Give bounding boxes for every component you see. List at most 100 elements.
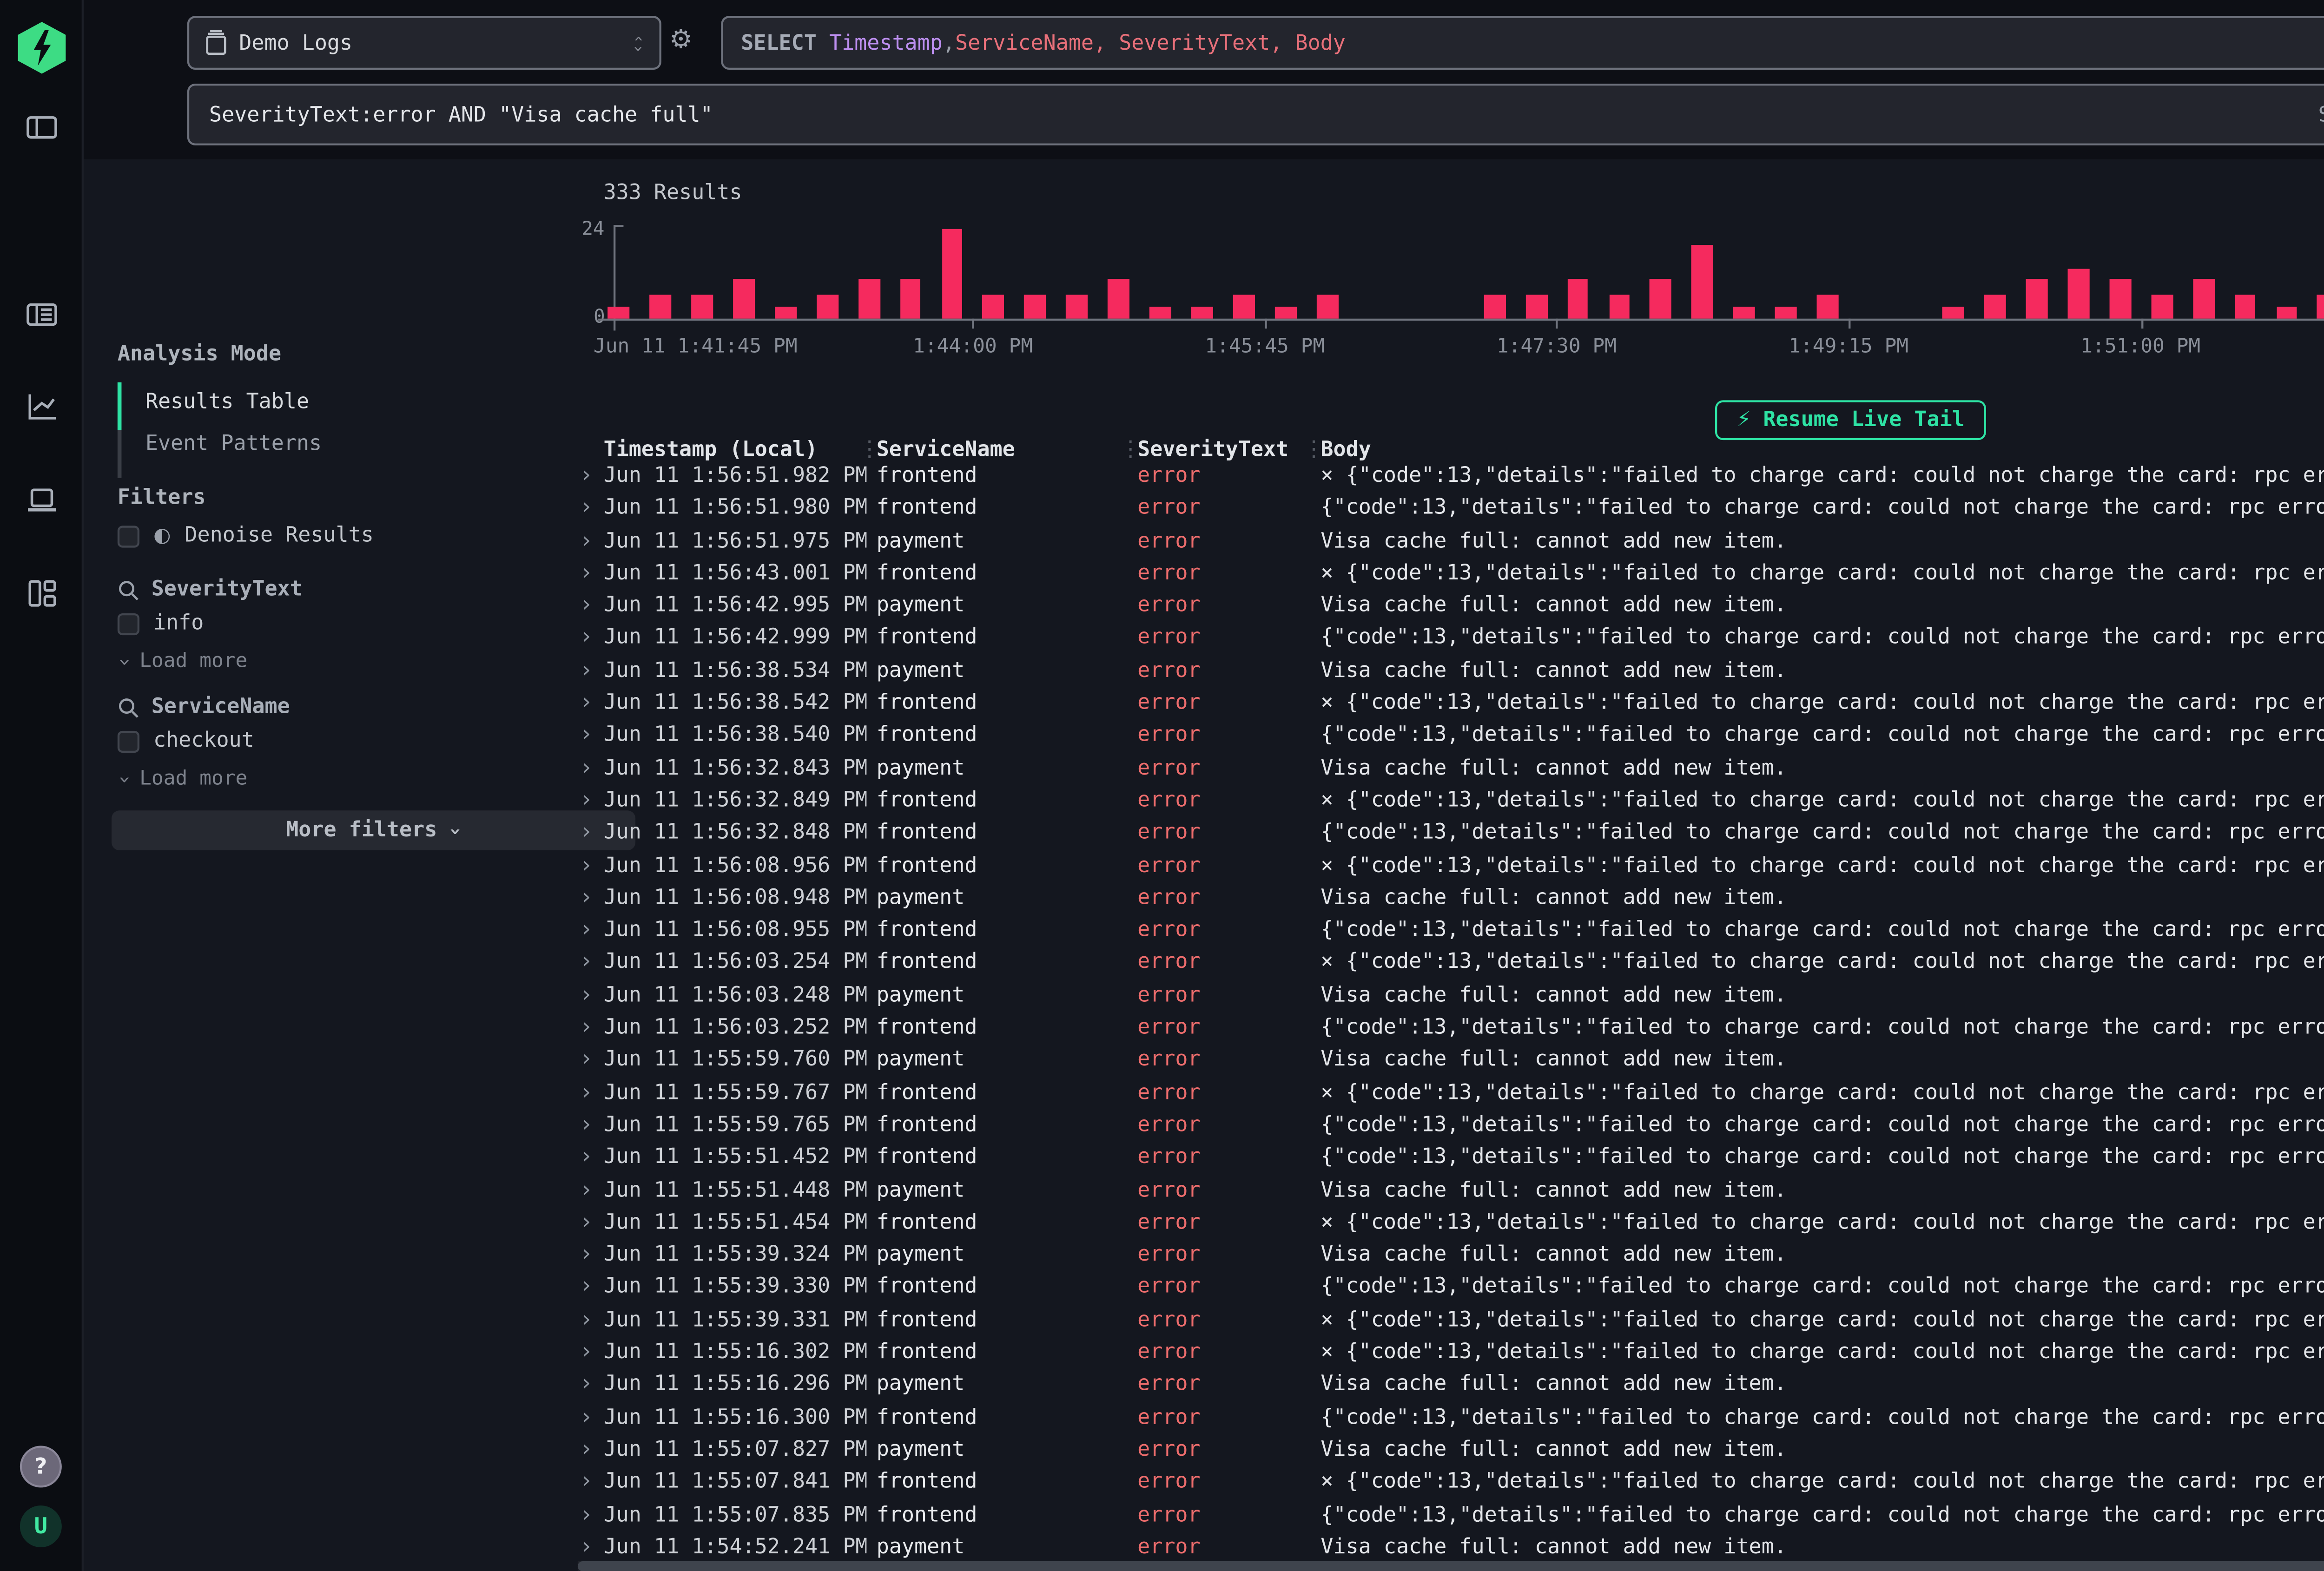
histogram-bar[interactable] bbox=[1108, 280, 1130, 319]
histogram-bar[interactable] bbox=[1484, 295, 1505, 318]
row-expand-chevron-icon[interactable]: › bbox=[580, 882, 593, 914]
row-expand-chevron-icon[interactable]: › bbox=[580, 1401, 593, 1433]
col-header-severitytext[interactable]: SeverityText bbox=[1137, 438, 1288, 462]
table-row[interactable]: ›Jun 11 1:55:16.302 PMfrontenderror× {"c… bbox=[578, 1336, 2324, 1369]
histogram-bar-slot[interactable] bbox=[1640, 225, 1682, 318]
denoise-results-filter[interactable]: ◐ Denoise Results bbox=[118, 524, 374, 547]
table-row[interactable]: ›Jun 11 1:56:38.540 PMfrontenderror{"cod… bbox=[578, 720, 2324, 752]
filter-option-checkout[interactable]: checkout bbox=[118, 729, 254, 753]
table-row[interactable]: ›Jun 11 1:56:43.001 PMfrontenderror× {"c… bbox=[578, 558, 2324, 590]
table-row[interactable]: ›Jun 11 1:55:16.300 PMfrontenderror{"cod… bbox=[578, 1401, 2324, 1433]
histogram-bar[interactable] bbox=[774, 307, 796, 319]
histogram-bar[interactable] bbox=[2234, 295, 2256, 318]
table-row[interactable]: ›Jun 11 1:56:08.955 PMfrontenderror{"cod… bbox=[578, 914, 2324, 947]
row-expand-chevron-icon[interactable]: › bbox=[580, 1174, 593, 1207]
histogram-bar-slot[interactable] bbox=[1515, 225, 1557, 318]
histogram-bar-slot[interactable] bbox=[1307, 225, 1348, 318]
checkout-checkbox[interactable] bbox=[118, 730, 139, 752]
results-histogram[interactable]: 24 0 Jun 11 1:41:45 PM1:44:00 PM1:45:45 … bbox=[614, 225, 2324, 318]
row-expand-chevron-icon[interactable]: › bbox=[580, 590, 593, 622]
histogram-bar[interactable] bbox=[1651, 280, 1672, 319]
row-expand-chevron-icon[interactable]: › bbox=[580, 1466, 593, 1499]
histogram-bar-slot[interactable] bbox=[1932, 225, 1974, 318]
histogram-bar-slot[interactable] bbox=[1598, 225, 1640, 318]
histogram-bar[interactable] bbox=[941, 229, 963, 319]
row-expand-chevron-icon[interactable]: › bbox=[580, 752, 593, 785]
query-language-toggle[interactable]: SQL | Lucene bbox=[2318, 103, 2324, 126]
source-settings-gear-icon[interactable]: ⚙ bbox=[669, 26, 693, 56]
table-row[interactable]: ›Jun 11 1:55:39.330 PMfrontenderror{"cod… bbox=[578, 1271, 2324, 1304]
horizontal-scrollbar-thumb[interactable] bbox=[578, 1561, 2324, 1571]
histogram-bar-slot[interactable] bbox=[1056, 225, 1098, 318]
histogram-bar[interactable] bbox=[2067, 268, 2089, 319]
histogram-bar[interactable] bbox=[1192, 307, 1214, 319]
histogram-bar[interactable] bbox=[1817, 295, 1839, 318]
histogram-bar-slot[interactable] bbox=[2266, 225, 2308, 318]
load-more-link[interactable]: ›Load more bbox=[118, 651, 248, 673]
analysis-mode-item-results-table[interactable]: Results Table bbox=[145, 390, 309, 414]
row-expand-chevron-icon[interactable]: › bbox=[580, 849, 593, 882]
histogram-bar[interactable] bbox=[691, 295, 713, 318]
hyperdx-logo-icon[interactable] bbox=[18, 22, 66, 73]
histogram-bar-slot[interactable] bbox=[2016, 225, 2058, 318]
histogram-bar-slot[interactable] bbox=[1432, 225, 1473, 318]
histogram-bar[interactable] bbox=[1609, 295, 1631, 318]
histogram-bar[interactable] bbox=[1942, 307, 1964, 319]
table-row[interactable]: ›Jun 11 1:55:07.835 PMfrontenderror{"cod… bbox=[578, 1499, 2324, 1531]
source-select[interactable]: Demo Logs ›› bbox=[187, 16, 661, 70]
row-expand-chevron-icon[interactable]: › bbox=[580, 914, 593, 947]
client-sessions-icon[interactable] bbox=[26, 484, 58, 516]
histogram-bar-slot[interactable] bbox=[639, 225, 681, 318]
row-expand-chevron-icon[interactable]: › bbox=[580, 1012, 593, 1044]
table-row[interactable]: ›Jun 11 1:56:38.534 PMpaymenterrorVisa c… bbox=[578, 655, 2324, 687]
search-query-input[interactable]: SeverityText:error AND "Visa cache full"… bbox=[187, 84, 2324, 145]
histogram-bar-slot[interactable] bbox=[931, 225, 973, 318]
histogram-bar-slot[interactable] bbox=[2141, 225, 2183, 318]
denoise-checkbox[interactable] bbox=[118, 525, 139, 546]
histogram-bar[interactable] bbox=[1066, 295, 1088, 318]
histogram-bar-slot[interactable] bbox=[848, 225, 890, 318]
table-row[interactable]: ›Jun 11 1:55:07.827 PMpaymenterrorVisa c… bbox=[578, 1433, 2324, 1466]
row-expand-chevron-icon[interactable]: › bbox=[580, 1499, 593, 1531]
row-expand-chevron-icon[interactable]: › bbox=[580, 947, 593, 979]
load-more-link[interactable]: ›Load more bbox=[118, 769, 248, 790]
row-expand-chevron-icon[interactable]: › bbox=[580, 817, 593, 849]
histogram-bar-slot[interactable] bbox=[2057, 225, 2099, 318]
histogram-bar[interactable] bbox=[1150, 307, 1172, 319]
row-expand-chevron-icon[interactable]: › bbox=[580, 720, 593, 752]
histogram-bar-slot[interactable] bbox=[1682, 225, 1724, 318]
histogram-bar-slot[interactable] bbox=[1098, 225, 1140, 318]
row-expand-chevron-icon[interactable]: › bbox=[580, 525, 593, 558]
row-expand-chevron-icon[interactable]: › bbox=[580, 1109, 593, 1142]
histogram-bar-slot[interactable] bbox=[1974, 225, 2016, 318]
histogram-bar-slot[interactable] bbox=[806, 225, 848, 318]
histogram-bar[interactable] bbox=[983, 295, 1005, 318]
histogram-bar-slot[interactable] bbox=[2099, 225, 2141, 318]
histogram-bar[interactable] bbox=[1692, 244, 1714, 318]
user-avatar[interactable]: U bbox=[20, 1505, 62, 1547]
histogram-bar[interactable] bbox=[2151, 295, 2172, 318]
histogram-bar-slot[interactable] bbox=[1723, 225, 1765, 318]
table-row[interactable]: ›Jun 11 1:56:51.980 PMfrontenderror{"cod… bbox=[578, 493, 2324, 525]
histogram-bar[interactable] bbox=[733, 280, 754, 319]
histogram-bar-slot[interactable] bbox=[1223, 225, 1265, 318]
histogram-bar-slot[interactable] bbox=[1182, 225, 1223, 318]
histogram-bar[interactable] bbox=[2192, 280, 2214, 319]
histogram-bar[interactable] bbox=[899, 280, 921, 319]
table-row[interactable]: ›Jun 11 1:55:59.760 PMpaymenterrorVisa c… bbox=[578, 1044, 2324, 1077]
histogram-bar-slot[interactable] bbox=[1015, 225, 1056, 318]
histogram-bar[interactable] bbox=[1233, 295, 1255, 318]
histogram-bar[interactable] bbox=[2276, 307, 2298, 319]
row-expand-chevron-icon[interactable]: › bbox=[580, 1239, 593, 1271]
col-header-timestamp[interactable]: Timestamp (Local) bbox=[604, 438, 818, 462]
table-row[interactable]: ›Jun 11 1:56:32.849 PMfrontenderror× {"c… bbox=[578, 784, 2324, 817]
histogram-bar[interactable] bbox=[1776, 307, 1797, 319]
table-row[interactable]: ›Jun 11 1:56:32.848 PMfrontenderror{"cod… bbox=[578, 817, 2324, 849]
histogram-bar[interactable] bbox=[1734, 307, 1756, 319]
row-expand-chevron-icon[interactable]: › bbox=[580, 622, 593, 655]
histogram-bar-slot[interactable] bbox=[1807, 225, 1849, 318]
table-row[interactable]: ›Jun 11 1:55:51.452 PMfrontenderror{"cod… bbox=[578, 1142, 2324, 1174]
table-row[interactable]: ›Jun 11 1:56:03.252 PMfrontenderror{"cod… bbox=[578, 1012, 2324, 1044]
row-expand-chevron-icon[interactable]: › bbox=[580, 655, 593, 687]
row-expand-chevron-icon[interactable]: › bbox=[580, 979, 593, 1012]
